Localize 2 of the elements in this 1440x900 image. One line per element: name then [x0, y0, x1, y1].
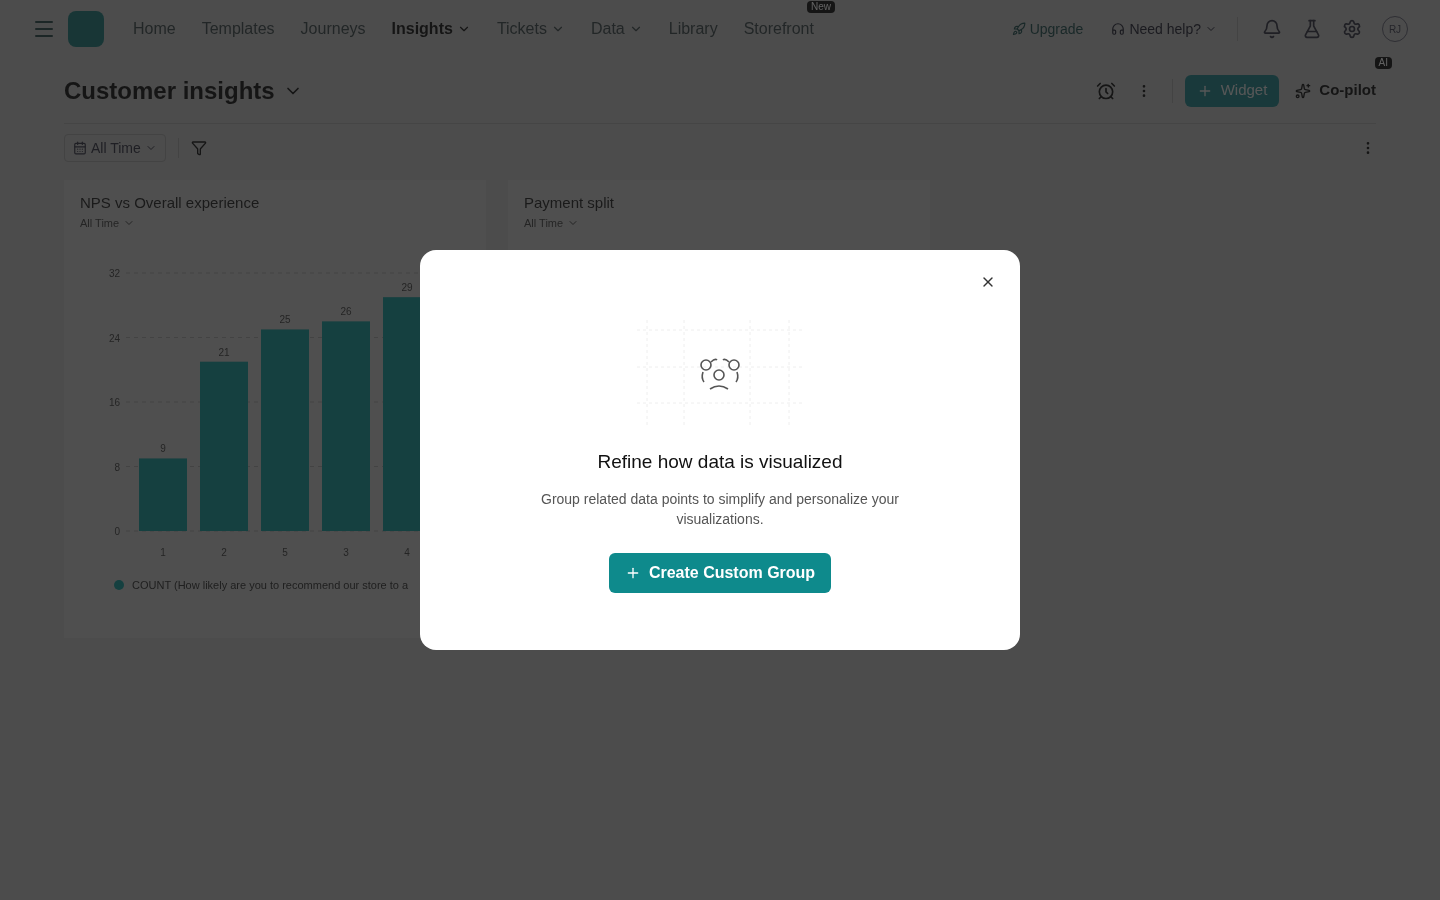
modal-title: Refine how data is visualized [597, 450, 843, 474]
modal-description: Group related data points to simplify and personalize your visualizations. [540, 489, 900, 529]
